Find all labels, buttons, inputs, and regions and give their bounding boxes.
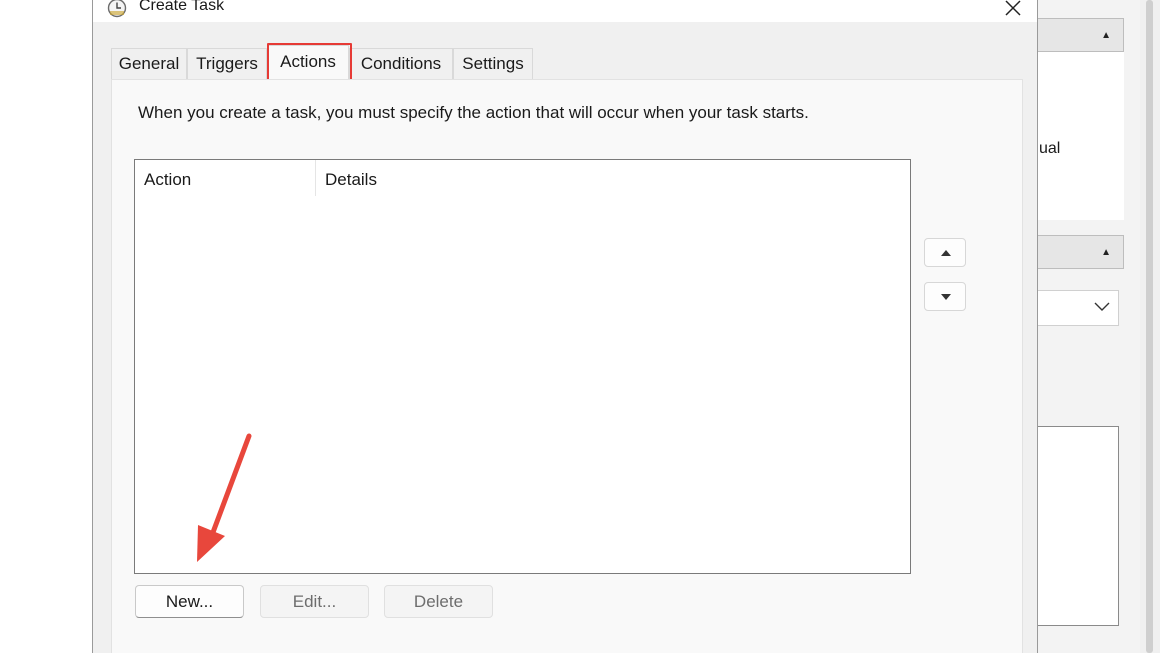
background-section-header[interactable]: ▲ [1036,235,1124,269]
background-dropdown[interactable] [1036,290,1119,326]
caret-up-icon: ▲ [1101,247,1111,258]
background-textbox[interactable] [1036,426,1119,626]
caret-up-icon [941,250,951,256]
edit-action-button[interactable]: Edit... [260,585,369,618]
dialog-title: Create Task [139,0,225,14]
tab-conditions[interactable]: Conditions [349,48,453,79]
background-section-header[interactable]: ▲ [1036,18,1124,52]
caret-up-icon: ▲ [1101,30,1111,41]
move-up-button[interactable] [924,238,966,267]
background-panel [1036,52,1124,220]
tab-general[interactable]: General [111,48,187,79]
background-partial-text: ual [1039,140,1061,157]
close-icon [1005,0,1021,16]
scrollbar-thumb[interactable] [1146,0,1153,653]
task-scheduler-clock-icon [107,0,127,18]
instructions-text: When you create a task, you must specify… [138,103,809,122]
delete-action-button[interactable]: Delete [384,585,493,618]
chevron-down-icon [1094,302,1110,311]
red-arrow-icon [197,433,252,562]
close-button[interactable] [1001,0,1025,20]
tab-triggers[interactable]: Triggers [187,48,267,79]
tab-settings[interactable]: Settings [453,48,533,79]
move-down-button[interactable] [924,282,966,311]
caret-down-icon [941,294,951,300]
title-bar: Create Task [93,0,1037,22]
column-header-details[interactable]: Details [316,160,616,196]
screen: ▲ ual ▲ Create Task General Triggers Act… [0,0,1160,653]
new-action-button[interactable]: New... [135,585,244,618]
column-header-action[interactable]: Action [135,160,315,196]
active-tab-highlight-box [267,43,352,83]
